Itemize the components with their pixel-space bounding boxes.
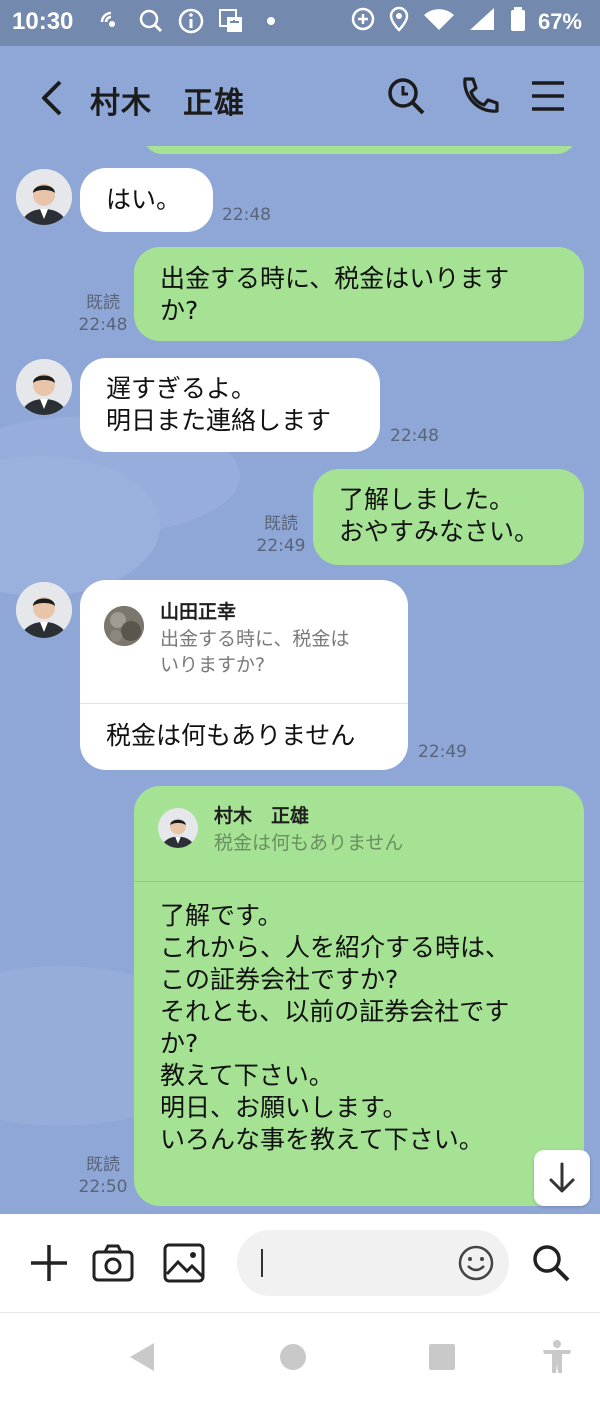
text-caret [261,1249,263,1277]
message-bubble[interactable]: 出金する時に、税金はいります か? [134,247,584,341]
quoted-avatar [158,808,198,848]
read-label: 既読 [264,514,298,534]
back-triangle-icon[interactable] [122,1337,162,1377]
recents-square-icon[interactable] [422,1337,462,1377]
location-icon [388,6,410,37]
back-icon[interactable] [34,76,70,120]
arrow-down-icon [549,1162,575,1193]
reply-message-bubble[interactable]: 村木 正雄 税金は何もありません 了解です。 これから、人を紹介する時は、 この… [134,786,584,1206]
volte-icon [98,6,124,36]
status-time: 10:30 [12,8,74,35]
contact-name: 村木 正雄 [90,86,245,121]
battery-icon [510,6,526,37]
system-navigation-bar [0,1312,600,1402]
read-label: 既読 [86,293,120,313]
camera-icon[interactable] [92,1242,134,1284]
quoted-text: 税金は何もありません [214,832,404,854]
chat-header: 村木 正雄 [0,46,600,146]
message-text: 税金は何もありません [106,721,356,750]
scroll-to-bottom-button[interactable] [534,1150,590,1206]
message-text: 了解です。 これから、人を紹介する時は、 この証券会社ですか? それとも、以前の… [160,901,511,1154]
battery-percent: 67% [537,8,582,34]
message-time: 22:50 [78,1177,128,1197]
avatar[interactable] [16,582,72,638]
message-input[interactable] [237,1230,509,1296]
read-label: 既読 [86,1155,120,1175]
search-status-icon [138,6,164,36]
reply-divider [134,881,584,882]
message-text: 了解しました。 おやすみなさい。 [339,485,540,546]
quoted-sender: 村木 正雄 [214,805,310,827]
read-receipt: 既読 22:49 [254,513,308,557]
message-time: 22:49 [256,536,306,556]
avatar[interactable] [16,359,72,415]
wifi-icon [422,6,456,37]
message-input-bar [0,1214,600,1312]
message-time: 22:48 [390,426,439,446]
accessibility-icon[interactable] [537,1337,577,1377]
data-saver-icon [350,6,376,37]
status-bar: 10:30 67% [0,0,600,46]
dot-icon [258,6,284,36]
message-time: 22:48 [222,205,271,225]
info-icon [178,6,204,36]
search-icon[interactable] [384,74,428,118]
quoted-avatar [104,606,144,646]
signal-icon [468,6,498,37]
image-icon[interactable] [163,1242,205,1284]
phone-icon[interactable] [456,74,500,118]
message-bubble[interactable]: 遅すぎるよ。 明日また連絡します [80,358,380,452]
search-icon[interactable] [530,1242,572,1284]
chat-area[interactable]: はい。 22:48 既読 22:48 出金する時に、税金はいります か? 遅すぎ… [0,146,600,1214]
reply-message-bubble[interactable]: 山田正幸 出金する時に、税金は いりますか? 税金は何もありません [80,580,408,770]
partial-outgoing-bubble [143,146,576,154]
message-bubble[interactable]: はい。 [80,168,213,232]
read-receipt: 既読 22:48 [76,292,130,336]
reply-divider [80,703,408,704]
plus-icon[interactable] [28,1242,70,1284]
home-circle-icon[interactable] [273,1337,313,1377]
quoted-sender: 山田正幸 [160,601,237,623]
message-text: 出金する時に、税金はいります か? [160,264,510,325]
message-text: 遅すぎるよ。 明日また連絡します [106,374,332,435]
message-bubble[interactable]: 了解しました。 おやすみなさい。 [313,469,584,565]
translate-icon [218,6,244,36]
quoted-text: 出金する時に、税金は いりますか? [160,628,350,676]
menu-icon[interactable] [526,74,570,118]
emoji-icon[interactable] [457,1244,495,1282]
message-time: 22:49 [418,742,467,762]
message-text: はい。 [106,185,182,214]
read-receipt: 既読 22:50 [76,1154,130,1198]
avatar[interactable] [16,169,72,225]
message-time: 22:48 [78,315,128,335]
